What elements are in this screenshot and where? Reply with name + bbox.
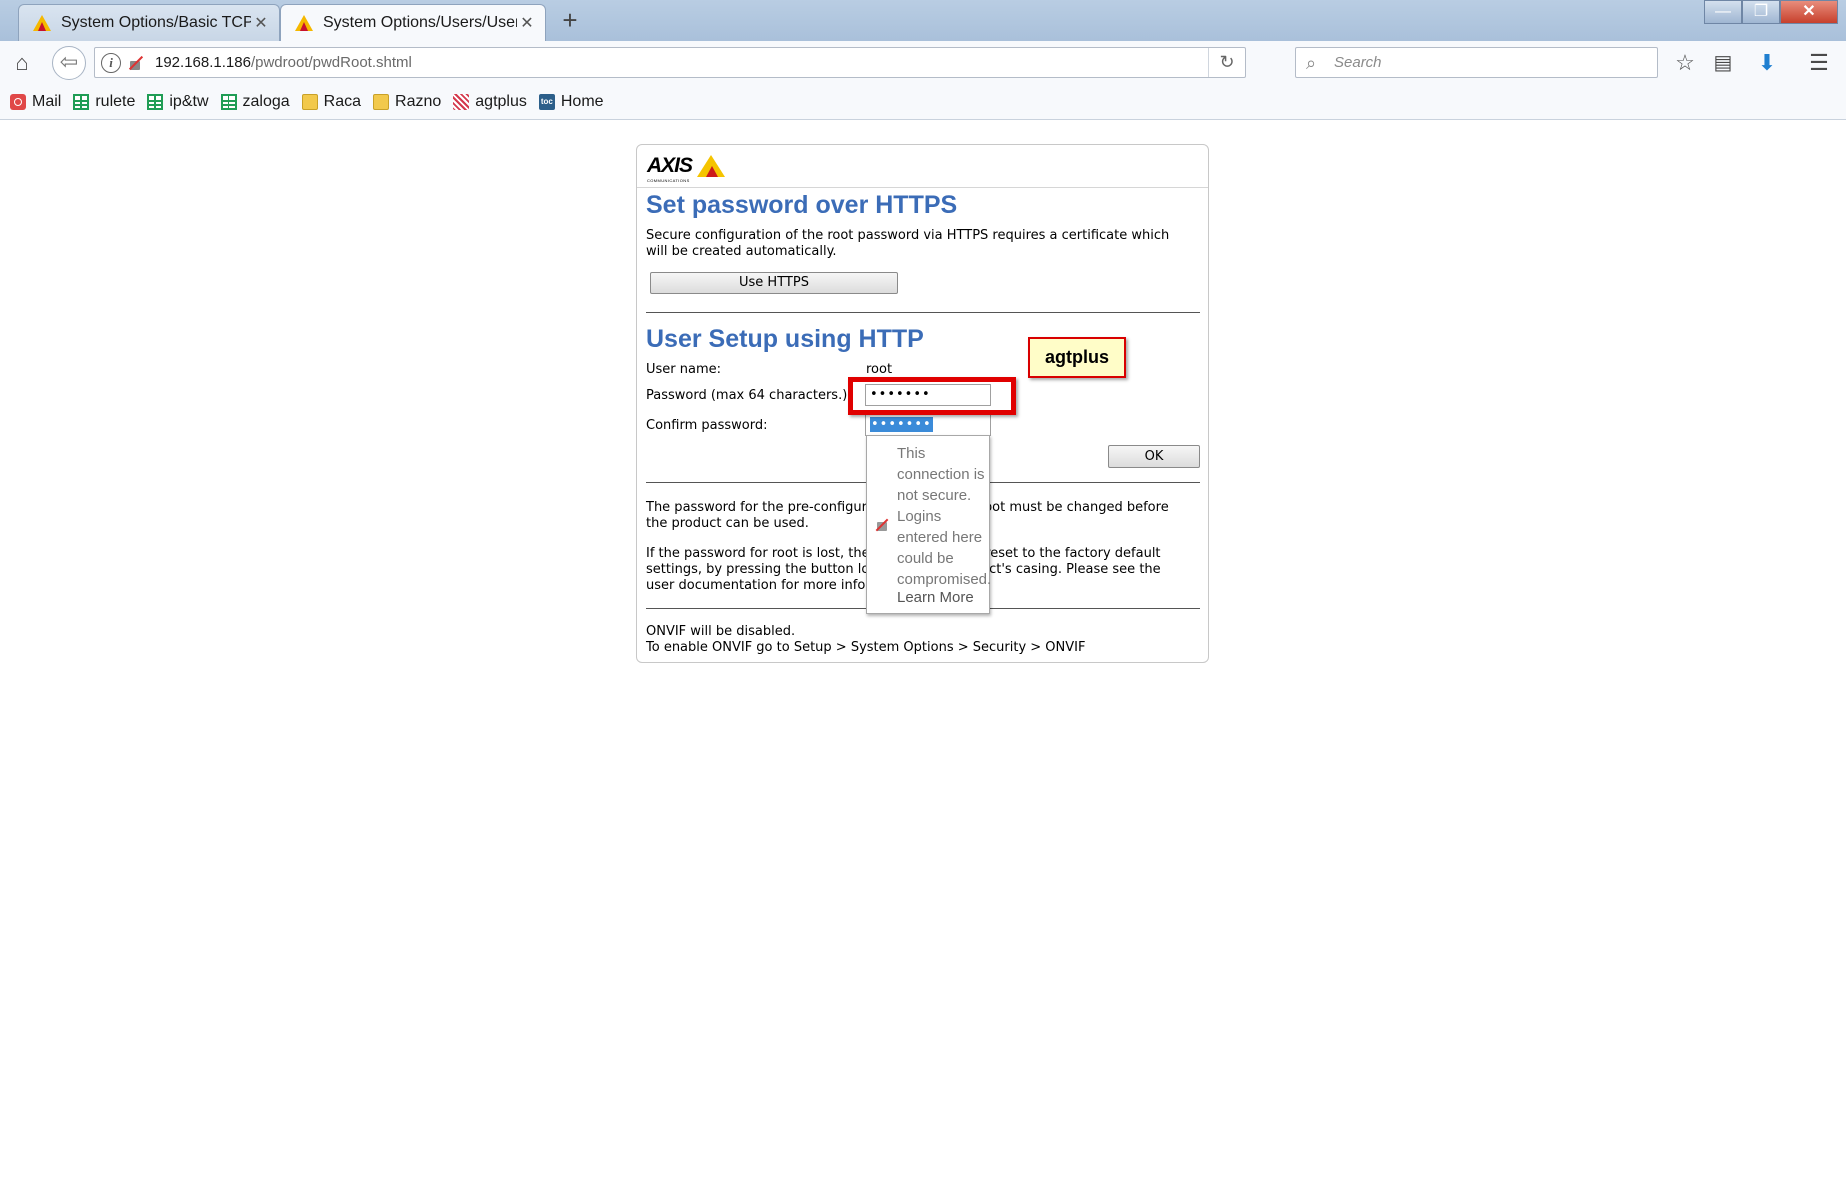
axis-logo-text: AXIS	[647, 154, 693, 177]
url-host: 192.168.1.186	[155, 54, 251, 71]
site-info-icon[interactable]: i	[101, 52, 121, 73]
insecure-login-popup: This connection is not secure. Logins en…	[866, 435, 992, 614]
bookmark-raca[interactable]: Raca	[301, 93, 362, 111]
close-tab-icon[interactable]: ✕	[251, 13, 271, 33]
bookmark-razno[interactable]: Razno	[373, 93, 441, 111]
minimize-button[interactable]: —	[1704, 0, 1742, 24]
onvif-disabled-note: ONVIF will be disabled.	[646, 624, 796, 639]
url-text: 192.168.1.186/pwdroot/pwdRoot.shtml	[155, 54, 412, 71]
back-button[interactable]: ⇦	[52, 46, 86, 80]
bookmarks-toolbar: Mail rulete ip&tw zaloga Raca Razno agtp…	[0, 85, 1846, 120]
axis-triangle-inner	[706, 166, 718, 177]
bookmark-label: rulete	[95, 93, 136, 110]
onvif-enable-note: To enable ONVIF go to Setup > System Opt…	[646, 640, 1086, 655]
url-bar[interactable]: i 192.168.1.186/pwdroot/pwdRoot.shtml ↻	[94, 47, 1246, 78]
bookmark-star-icon[interactable]: ☆	[1670, 41, 1700, 85]
bookmark-agtplus[interactable]: agtplus	[453, 93, 527, 111]
https-section-title: Set password over HTTPS	[646, 191, 958, 219]
menu-icon[interactable]: ☰	[1804, 41, 1834, 85]
reading-list-icon[interactable]: ▤	[1708, 41, 1738, 85]
bookmark-home[interactable]: toc Home	[538, 93, 604, 111]
section-divider	[646, 312, 1200, 313]
bookmark-label: Mail	[32, 93, 62, 110]
tab-users[interactable]: System Options/Users/User... ✕	[280, 4, 546, 41]
spreadsheet-icon	[73, 94, 90, 110]
axis-logo: AXIS COMMUNICATIONS	[647, 154, 727, 184]
reload-icon[interactable]: ↻	[1208, 48, 1245, 77]
maximize-button[interactable]: ❐	[1742, 0, 1780, 24]
search-icon: ⌕	[1306, 52, 1317, 73]
folder-icon	[373, 94, 390, 110]
close-tab-icon[interactable]: ✕	[517, 13, 537, 33]
home-bookmark-icon: toc	[538, 94, 555, 110]
http-section-title: User Setup using HTTP	[646, 325, 924, 353]
confirm-password-value: •••••••	[870, 417, 933, 432]
new-tab-button[interactable]: +	[556, 6, 584, 34]
tab-label: System Options/Basic TCP/...	[61, 14, 251, 31]
password-label: Password (max 64 characters.):	[646, 388, 852, 403]
bookmark-rulete[interactable]: rulete	[73, 93, 135, 111]
spreadsheet-icon	[220, 94, 237, 110]
folder-icon	[301, 94, 318, 110]
search-placeholder: Search	[1334, 54, 1382, 71]
bookmark-label: zaloga	[242, 93, 290, 110]
logo-header: AXIS COMMUNICATIONS	[637, 145, 1208, 188]
axis-logo-subtext: COMMUNICATIONS	[647, 178, 690, 183]
search-bar[interactable]: ⌕ Search	[1295, 47, 1658, 78]
learn-more-link[interactable]: Learn More	[897, 589, 974, 606]
bookmark-label: Home	[560, 93, 604, 110]
axis-favicon-icon	[295, 15, 313, 31]
bookmark-label: Raca	[323, 93, 362, 110]
spreadsheet-icon	[147, 94, 164, 110]
confirm-password-label: Confirm password:	[646, 418, 768, 433]
insecure-lock-icon	[875, 518, 889, 532]
axis-favicon-icon	[33, 15, 51, 31]
close-window-button[interactable]: ✕	[1780, 0, 1838, 24]
bookmark-zaloga[interactable]: zaloga	[220, 93, 290, 111]
bookmark-label: ip&tw	[169, 93, 209, 110]
title-bar: System Options/Basic TCP/... ✕ System Op…	[0, 0, 1846, 41]
insecure-lock-icon[interactable]	[127, 55, 143, 71]
username-label: User name:	[646, 362, 722, 377]
navigation-toolbar: ⌂ ⇦ i 192.168.1.186/pwdroot/pwdRoot.shtm…	[0, 41, 1846, 85]
tab-basic-tcp[interactable]: System Options/Basic TCP/... ✕	[18, 4, 280, 41]
url-path: /pwdroot/pwdRoot.shtml	[250, 54, 412, 71]
password-highlight-annotation	[848, 377, 1016, 415]
home-icon[interactable]: ⌂	[8, 41, 36, 85]
bookmark-mail[interactable]: Mail	[10, 93, 61, 111]
password-note-annotation: agtplus	[1028, 337, 1126, 378]
bookmark-iptw[interactable]: ip&tw	[147, 93, 209, 111]
tab-label: System Options/Users/User...	[323, 14, 517, 31]
ok-button[interactable]: OK	[1108, 445, 1200, 468]
confirm-password-input[interactable]: •••••••	[865, 414, 991, 436]
agtplus-icon	[453, 94, 470, 110]
mail-icon	[10, 94, 26, 110]
bookmark-label: Razno	[395, 93, 442, 110]
bookmark-label: agtplus	[475, 93, 527, 110]
insecure-login-message: This connection is not secure. Logins en…	[897, 445, 992, 588]
download-icon[interactable]: ⬇	[1752, 41, 1782, 85]
use-https-button[interactable]: Use HTTPS	[650, 272, 898, 294]
username-value: root	[866, 362, 893, 377]
https-description: Secure configuration of the root passwor…	[646, 228, 1170, 259]
